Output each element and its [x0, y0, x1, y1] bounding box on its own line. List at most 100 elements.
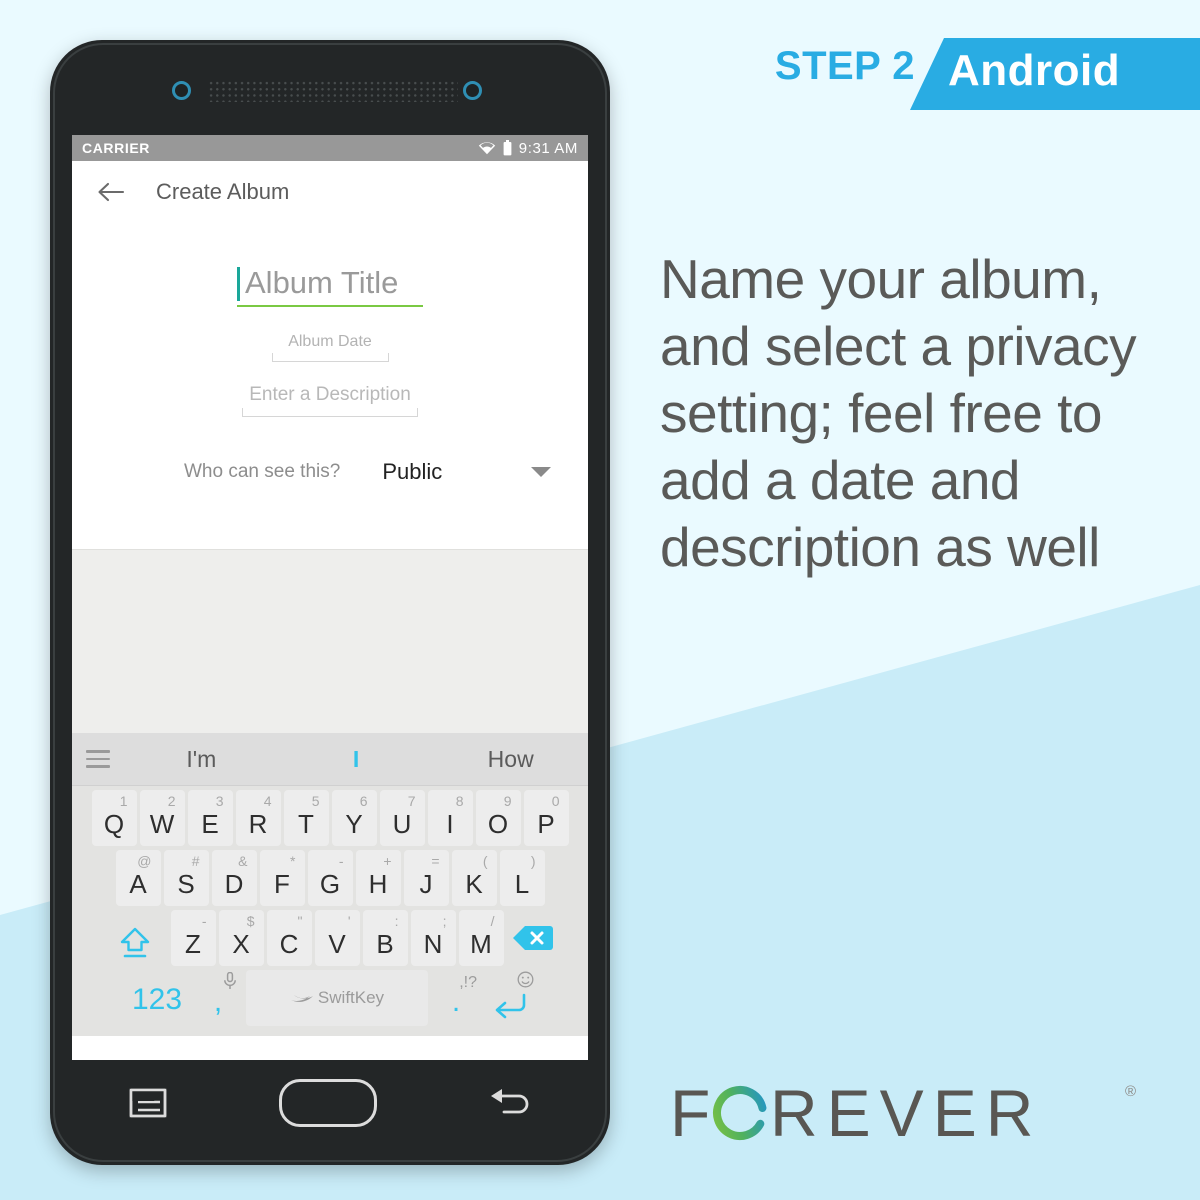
privacy-row[interactable]: Who can see this? Public	[72, 459, 588, 485]
key-sup-u: 7	[407, 793, 416, 809]
key-sup-v: '	[347, 913, 351, 929]
album-date-placeholder: Album Date	[288, 333, 372, 350]
key-label-n: N	[423, 929, 443, 959]
punctuation-sup: ,!?	[459, 974, 477, 991]
phone-screen: CARRIER 9:31 AM Create Album Album Title…	[72, 135, 588, 1060]
key-w[interactable]: 2W	[139, 790, 185, 846]
album-date-input[interactable]: Album Date	[271, 333, 389, 362]
key-sup-r: 4	[263, 793, 272, 809]
instruction-text: Name your album, and select a privacy se…	[660, 248, 1137, 578]
backspace-key[interactable]	[507, 910, 559, 966]
key-label-j: J	[419, 869, 433, 899]
key-y[interactable]: 6Y	[331, 790, 377, 846]
key-l[interactable]: ) L	[499, 850, 545, 906]
key-sup-t: 5	[311, 793, 320, 809]
registered-mark: ®	[1125, 1083, 1136, 1100]
album-date-underline	[271, 353, 389, 362]
album-description-input[interactable]: Enter a Description	[242, 384, 418, 417]
key-label-d: D	[224, 869, 244, 899]
album-title-placeholder: Album Title	[245, 265, 399, 300]
shift-key[interactable]	[102, 910, 168, 966]
wifi-icon	[478, 142, 495, 155]
key-sup-a: @	[137, 853, 152, 869]
key-label-w: W	[149, 809, 175, 839]
space-key[interactable]: SwiftKey	[246, 970, 428, 1026]
smiley-icon[interactable]	[517, 971, 534, 988]
key-n[interactable]: ; N	[410, 910, 456, 966]
nav-home-icon[interactable]	[278, 1079, 377, 1127]
key-c[interactable]: " C	[266, 910, 312, 966]
keyboard-rows: 1Q2W3E4R5T6Y7U8I9O0P @ A # S & D * F - G + H = J(K) L …	[72, 786, 588, 1036]
key-e[interactable]: 3E	[187, 790, 233, 846]
step-label: STEP 2	[774, 44, 915, 88]
key-g[interactable]: -G	[307, 850, 353, 906]
microphone-icon	[224, 972, 236, 989]
backspace-icon	[512, 926, 553, 950]
keyboard-row-1: 1Q2W3E4R5T6Y7U8I9O0P	[72, 790, 588, 846]
key-i[interactable]: 8I	[427, 790, 473, 846]
comma-key[interactable]: ,	[193, 970, 243, 1026]
key-label-a: A	[129, 869, 147, 899]
album-title-input[interactable]: Album Title	[237, 265, 423, 307]
page-title: Create Album	[156, 179, 290, 204]
swiftkey-logo-icon	[290, 995, 313, 1002]
nav-menu-icon[interactable]	[128, 1086, 168, 1120]
enter-key[interactable]	[484, 970, 536, 1026]
key-sup-i: 8	[455, 793, 464, 809]
key-q[interactable]: 1Q	[91, 790, 137, 846]
key-b[interactable]: :B	[362, 910, 408, 966]
key-label-k: K	[465, 869, 483, 899]
key-u[interactable]: 7U	[379, 790, 425, 846]
key-sup-q: 1	[119, 793, 128, 809]
privacy-label: Who can see this?	[184, 461, 341, 482]
key-t[interactable]: 5T	[283, 790, 329, 846]
key-r[interactable]: 4R	[235, 790, 281, 846]
suggestion-1[interactable]: I	[279, 746, 434, 773]
key-label-i: I	[446, 809, 454, 839]
privacy-value[interactable]: Public	[382, 459, 442, 485]
suggestion-0[interactable]: I'm	[124, 746, 279, 773]
key-sup-y: 6	[359, 793, 368, 809]
key-label-t: T	[298, 809, 314, 839]
key-s[interactable]: # S	[163, 850, 209, 906]
back-arrow-icon[interactable]	[96, 177, 126, 207]
key-sup-f: *	[290, 853, 296, 869]
key-f[interactable]: * F	[259, 850, 305, 906]
numeric-key[interactable]: 123	[124, 970, 190, 1026]
key-a[interactable]: @ A	[115, 850, 161, 906]
key-v[interactable]: ' V	[314, 910, 360, 966]
status-bar: CARRIER 9:31 AM	[72, 135, 588, 161]
key-sup-p: 0	[551, 793, 560, 809]
content-blank-area	[72, 549, 588, 733]
key-z[interactable]: -Z	[170, 910, 216, 966]
album-description-underline	[242, 408, 418, 417]
suggestion-2[interactable]: How	[433, 746, 588, 773]
key-label-q: Q	[103, 809, 125, 839]
key-sup-z: -	[201, 913, 207, 929]
key-h[interactable]: + H	[355, 850, 401, 906]
svg-text:F: F	[670, 1076, 719, 1150]
key-o[interactable]: 9O	[475, 790, 521, 846]
key-label-o: O	[487, 809, 509, 839]
key-k[interactable]: (K	[451, 850, 497, 906]
nav-back-icon[interactable]	[488, 1088, 532, 1118]
key-label-z: Z	[185, 929, 201, 959]
key-sup-c: "	[297, 913, 303, 929]
space-key-label: SwiftKey	[317, 988, 385, 1007]
key-x[interactable]: $ X	[218, 910, 264, 966]
period-key[interactable]: ,!? .	[431, 970, 481, 1026]
key-m[interactable]: / M	[458, 910, 504, 966]
key-label-h: H	[368, 869, 388, 899]
chevron-down-icon[interactable]	[530, 465, 552, 479]
key-sup-b: :	[394, 913, 399, 929]
key-d[interactable]: & D	[211, 850, 257, 906]
key-sup-d: &	[238, 853, 248, 869]
hamburger-menu-icon[interactable]	[72, 750, 124, 768]
shift-arrow-icon	[120, 927, 149, 958]
key-j[interactable]: = J	[403, 850, 449, 906]
key-label-f: F	[274, 869, 290, 899]
numeric-key-label: 123	[131, 983, 183, 1016]
period-key-label: .	[451, 985, 461, 1018]
key-sup-n: ;	[442, 913, 447, 929]
key-p[interactable]: 0P	[523, 790, 569, 846]
